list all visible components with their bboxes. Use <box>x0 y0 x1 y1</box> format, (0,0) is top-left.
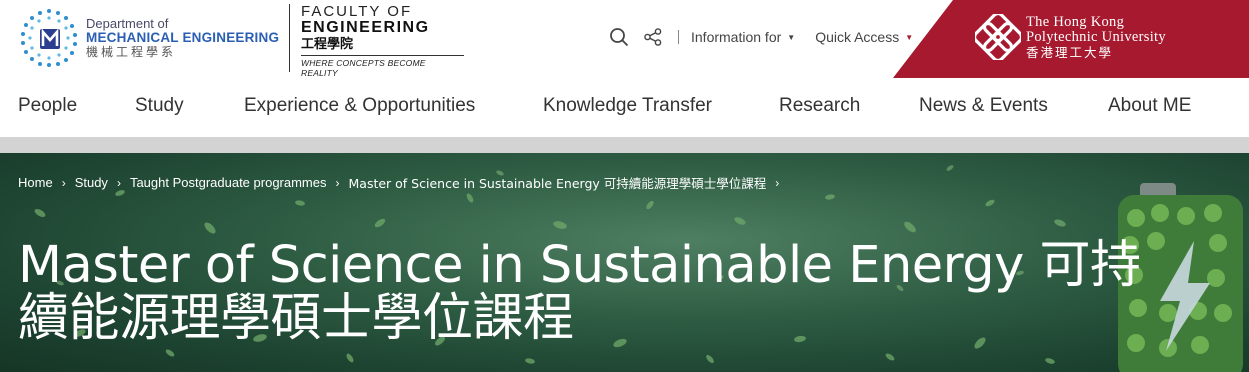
utility-bar: Information for ▼ Quick Access ▼ <box>606 24 933 50</box>
chevron-right-icon: › <box>335 175 340 190</box>
nav-item-experience-opportunities[interactable]: Experience & Opportunities <box>244 95 475 117</box>
page-title-line2: 續能源理學碩士學位課程 <box>18 289 574 348</box>
nav-item-knowledge-transfer[interactable]: Knowledge Transfer <box>543 95 712 117</box>
search-button[interactable] <box>606 24 632 50</box>
polyu-emblem-icon <box>975 14 1021 60</box>
chevron-right-icon: › <box>116 175 121 190</box>
nav-item-study[interactable]: Study <box>135 95 184 117</box>
faculty-logo-rule <box>301 55 464 57</box>
faculty-logo[interactable]: FACULTY OF ENGINEERING 工程學院 WHERE CONCEP… <box>289 3 464 78</box>
quick-access-dropdown[interactable]: Quick Access ▼ <box>815 29 913 45</box>
chevron-right-icon: › <box>775 175 780 190</box>
breadcrumb: Home › Study › Taught Postgraduate progr… <box>18 173 788 192</box>
caret-down-icon: ▼ <box>905 32 914 42</box>
faculty-name: ENGINEERING <box>301 18 430 36</box>
breadcrumb-taught-postgraduate[interactable]: Taught Postgraduate programmes <box>130 175 327 190</box>
hero-banner: Home › Study › Taught Postgraduate progr… <box>0 153 1249 372</box>
faculty-label: FACULTY OF <box>301 3 413 20</box>
nav-item-people[interactable]: People <box>18 95 77 117</box>
nav-item-about-me[interactable]: About ME <box>1108 95 1191 117</box>
faculty-name-chinese: 工程學院 <box>301 36 354 52</box>
mechanical-engineering-logo-icon <box>21 9 77 67</box>
university-name-chinese: 香港理工大學 <box>1026 45 1114 61</box>
breadcrumb-current: Master of Science in Sustainable Energy … <box>348 176 767 191</box>
department-logo[interactable]: Department of MECHANICAL ENGINEERING 機械工… <box>18 6 280 70</box>
main-navigation: People Study Experience & Opportunities … <box>0 78 1249 138</box>
quick-access-label: Quick Access <box>815 29 900 45</box>
nav-item-research[interactable]: Research <box>779 95 860 117</box>
breadcrumb-study[interactable]: Study <box>75 175 108 190</box>
nav-item-news-events[interactable]: News & Events <box>919 95 1048 117</box>
chevron-right-icon: › <box>61 175 66 190</box>
breadcrumb-home[interactable]: Home <box>18 175 53 190</box>
information-for-label: Information for <box>691 29 782 45</box>
share-button[interactable] <box>640 24 666 50</box>
utility-separator <box>678 30 679 44</box>
share-icon <box>644 28 662 46</box>
university-logo[interactable]: The Hong Kong Polytechnic University 香港理… <box>893 0 1249 78</box>
page-title: Master of Science in Sustainable Energy … <box>18 239 1198 345</box>
university-name-line2: Polytechnic University <box>1026 29 1166 46</box>
department-name-chinese: 機械工程學系 <box>86 44 177 59</box>
department-name: MECHANICAL ENGINEERING <box>86 30 280 46</box>
university-name-line1: The Hong Kong <box>1026 14 1125 30</box>
top-header: Department of MECHANICAL ENGINEERING 機械工… <box>0 0 1249 78</box>
information-for-dropdown[interactable]: Information for ▼ <box>691 29 795 45</box>
department-label: Department of <box>86 15 169 31</box>
search-icon <box>610 28 629 47</box>
header-divider <box>0 137 1249 153</box>
page-title-line1: Master of Science in Sustainable Energy … <box>18 236 1141 295</box>
faculty-tagline: WHERE CONCEPTS BECOME REALITY <box>301 58 426 79</box>
caret-down-icon: ▼ <box>787 32 796 42</box>
